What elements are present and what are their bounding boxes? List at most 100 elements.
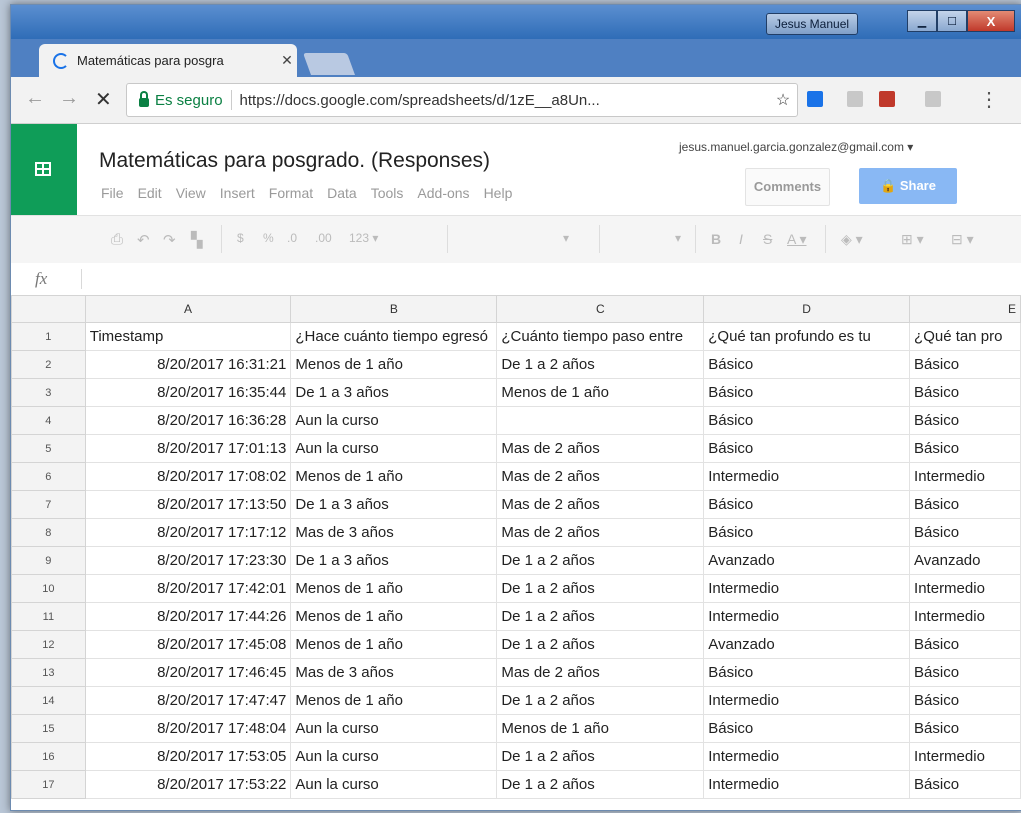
fill-color-button[interactable]: ◈ ▾: [841, 231, 863, 248]
document-title[interactable]: Matemáticas para posgrado. (Responses): [99, 149, 490, 173]
row-number[interactable]: 17: [11, 770, 86, 799]
font-size-dropdown[interactable]: ▾: [675, 231, 681, 245]
cell[interactable]: Básico: [909, 434, 1021, 463]
minimize-button[interactable]: ▁: [907, 10, 937, 32]
row-number[interactable]: 3: [11, 378, 86, 407]
back-arrow-icon[interactable]: ←: [25, 87, 45, 110]
font-dropdown[interactable]: ▾: [563, 231, 569, 245]
maximize-button[interactable]: ☐: [937, 10, 967, 32]
cell[interactable]: Básico: [909, 350, 1021, 379]
cell[interactable]: Avanzado: [703, 630, 911, 659]
cell[interactable]: Intermedio: [703, 602, 911, 631]
select-all-corner[interactable]: [11, 295, 86, 323]
menu-data[interactable]: Data: [327, 185, 357, 201]
cell[interactable]: 8/20/2017 17:53:22: [84, 770, 292, 799]
cell[interactable]: Mas de 2 años: [496, 658, 705, 687]
cell[interactable]: De 1 a 2 años: [496, 742, 705, 771]
url-text[interactable]: https://docs.google.com/spreadsheets/d/1…: [240, 92, 769, 109]
menu-file[interactable]: File: [101, 185, 124, 201]
cell[interactable]: Menos de 1 año: [496, 378, 705, 407]
strikethrough-button[interactable]: S: [763, 231, 772, 247]
row-number[interactable]: 16: [11, 742, 86, 771]
column-header[interactable]: B: [290, 295, 498, 323]
column-header[interactable]: D: [703, 295, 911, 323]
cell[interactable]: Básico: [703, 350, 911, 379]
menu-view[interactable]: View: [176, 185, 206, 201]
cell[interactable]: Menos de 1 año: [290, 462, 498, 491]
cell[interactable]: Básico: [909, 686, 1021, 715]
browser-tab[interactable]: Matemáticas para posgra ✕: [39, 44, 297, 77]
cell[interactable]: [496, 406, 705, 435]
cell[interactable]: Intermedio: [909, 602, 1021, 631]
undo-icon[interactable]: ↶: [137, 231, 150, 249]
cell[interactable]: Intermedio: [909, 742, 1021, 771]
row-number[interactable]: 15: [11, 714, 86, 743]
stop-loading-icon[interactable]: ✕: [95, 87, 112, 112]
cell[interactable]: 8/20/2017 17:23:30: [84, 546, 292, 575]
cell[interactable]: Mas de 2 años: [496, 434, 705, 463]
cell[interactable]: ¿Qué tan pro: [909, 322, 1021, 351]
cell[interactable]: Mas de 3 años: [290, 658, 498, 687]
row-number[interactable]: 10: [11, 574, 86, 603]
menu-help[interactable]: Help: [484, 185, 513, 201]
forward-arrow-icon[interactable]: →: [59, 87, 79, 110]
row-number[interactable]: 11: [11, 602, 86, 631]
account-email[interactable]: jesus.manuel.garcia.gonzalez@gmail.com ▾: [679, 140, 913, 154]
borders-button[interactable]: ⊞ ▾: [901, 231, 924, 248]
new-tab-button[interactable]: [302, 53, 356, 75]
cell[interactable]: Básico: [909, 714, 1021, 743]
cell[interactable]: Básico: [909, 490, 1021, 519]
column-header[interactable]: C: [496, 295, 705, 323]
cell[interactable]: Aun la curso: [290, 714, 498, 743]
cell[interactable]: Aun la curso: [290, 770, 498, 799]
menu-addons[interactable]: Add-ons: [417, 185, 469, 201]
row-number[interactable]: 5: [11, 434, 86, 463]
row-number[interactable]: 2: [11, 350, 86, 379]
cell[interactable]: Básico: [703, 406, 911, 435]
omnibox[interactable]: Es seguro https://docs.google.com/spread…: [126, 83, 798, 117]
cell[interactable]: ¿Qué tan profundo es tu: [703, 322, 911, 351]
number-format-dropdown[interactable]: 123 ▾: [349, 231, 378, 245]
cell[interactable]: 8/20/2017 17:48:04: [84, 714, 292, 743]
currency-format-button[interactable]: $: [237, 231, 244, 245]
cell[interactable]: De 1 a 3 años: [290, 378, 498, 407]
cell[interactable]: Intermedio: [703, 462, 911, 491]
cell[interactable]: 8/20/2017 17:53:05: [84, 742, 292, 771]
increase-decimal-button[interactable]: .00: [315, 231, 332, 245]
extension-icon[interactable]: [807, 91, 823, 107]
print-icon[interactable]: ⎙: [111, 231, 123, 248]
cell[interactable]: Intermedio: [909, 462, 1021, 491]
cell[interactable]: Intermedio: [703, 770, 911, 799]
bookmark-star-icon[interactable]: ☆: [769, 90, 797, 110]
column-header[interactable]: E: [909, 295, 1021, 323]
close-window-button[interactable]: X: [967, 10, 1015, 32]
row-number[interactable]: 9: [11, 546, 86, 575]
cell[interactable]: Básico: [909, 630, 1021, 659]
text-color-button[interactable]: A ▾: [787, 231, 806, 248]
pdf-extension-icon[interactable]: [925, 91, 941, 107]
shield-extension-icon[interactable]: [879, 91, 895, 107]
cell[interactable]: Básico: [703, 378, 911, 407]
cell[interactable]: Avanzado: [909, 546, 1021, 575]
row-number[interactable]: 8: [11, 518, 86, 547]
row-number[interactable]: 12: [11, 630, 86, 659]
cell[interactable]: ¿Cuánto tiempo paso entre: [496, 322, 705, 351]
cell[interactable]: 8/20/2017 16:35:44: [84, 378, 292, 407]
cell[interactable]: Menos de 1 año: [290, 686, 498, 715]
cell[interactable]: 8/20/2017 17:44:26: [84, 602, 292, 631]
decrease-decimal-button[interactable]: .0: [287, 231, 297, 245]
merge-cells-button[interactable]: ⊟ ▾: [951, 231, 974, 248]
cell[interactable]: Mas de 2 años: [496, 518, 705, 547]
cell[interactable]: Intermedio: [703, 686, 911, 715]
row-number[interactable]: 13: [11, 658, 86, 687]
bold-button[interactable]: B: [711, 231, 721, 247]
extension-icon[interactable]: [847, 91, 863, 107]
cell[interactable]: De 1 a 2 años: [496, 350, 705, 379]
cell[interactable]: Básico: [703, 658, 911, 687]
cell[interactable]: 8/20/2017 17:42:01: [84, 574, 292, 603]
cell[interactable]: De 1 a 3 años: [290, 490, 498, 519]
cell[interactable]: Básico: [909, 658, 1021, 687]
cell[interactable]: Intermedio: [909, 574, 1021, 603]
menu-format[interactable]: Format: [269, 185, 313, 201]
cell[interactable]: 8/20/2017 17:13:50: [84, 490, 292, 519]
